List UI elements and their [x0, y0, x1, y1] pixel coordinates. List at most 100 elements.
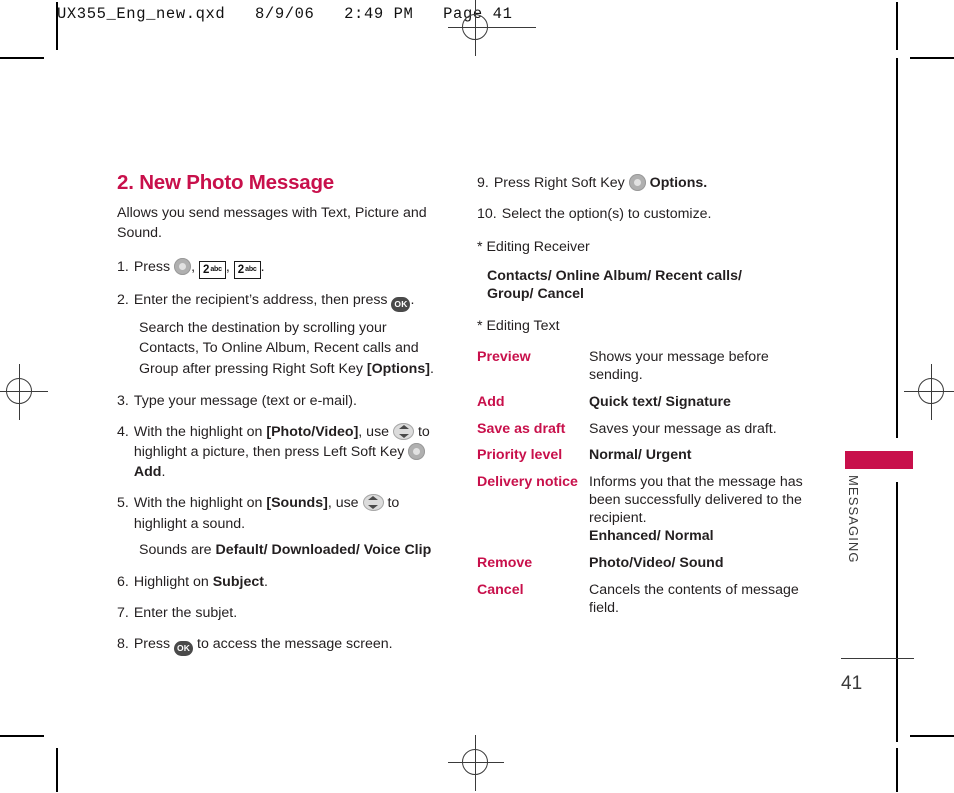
step-1-number: 1.	[117, 259, 129, 276]
step-2-number: 2.	[117, 292, 129, 309]
step-3-text: Type your message (text or e-mail).	[133, 392, 357, 409]
step-5-body: With the highlight on [Sounds], use to h…	[134, 493, 447, 533]
table-row: Preview Shows your message before sendin…	[477, 349, 817, 394]
registration-mark-right	[904, 364, 954, 420]
crop-mark-bottom-left-v	[56, 748, 58, 792]
table-row: Cancel Cancels the contents of message f…	[477, 582, 817, 627]
option-key: Delivery notice	[477, 474, 578, 491]
step-6: 6. Highlight on Subject.	[117, 572, 447, 592]
step-4-period: .	[161, 464, 166, 481]
step-5-sounds-label: [Sounds]	[266, 495, 328, 512]
step-5-sound-options: Default/ Downloaded/ Voice Clip	[215, 541, 432, 558]
step-8-text-2: to access the message screen.	[197, 636, 393, 653]
option-value: Photo/Video/ Sound	[589, 554, 724, 571]
page-title: 2. New Photo Message	[117, 171, 335, 194]
step-4: 4. With the highlight on [Photo/Video], …	[117, 422, 447, 482]
option-value: Quick text/ Signature	[589, 393, 731, 410]
step-6-subject-label: Subject	[212, 573, 264, 590]
step-6-text-1: Highlight on	[133, 573, 213, 590]
step-9-text-1: Press Right Soft Key	[493, 175, 625, 191]
step-4-text-1: With the highlight on	[133, 423, 267, 440]
step-1-period: .	[260, 259, 265, 276]
ok-key-icon: OK	[174, 641, 194, 657]
right-column: 9. Press Right Soft Key Options. 10. Sel…	[477, 173, 817, 627]
step-2-substep: Search the destination by scrolling your…	[139, 318, 447, 378]
step-8-body: Press OK to access the message screen.	[133, 634, 447, 657]
step-4-add-label: Add	[133, 464, 162, 481]
chapter-tab-marker	[845, 451, 913, 469]
step-10: 10. Select the option(s) to customize.	[477, 204, 817, 224]
step-5: 5. With the highlight on [Sounds], use t…	[117, 493, 447, 533]
option-value: Informs you that the message has been su…	[589, 474, 803, 527]
step-7-number: 7.	[117, 605, 129, 622]
crop-mark-top-right-h	[910, 57, 954, 59]
step-9: 9. Press Right Soft Key Options.	[477, 173, 817, 193]
option-value: Normal/ Urgent	[589, 447, 692, 464]
page-number: 41	[841, 673, 863, 694]
registration-mark-left	[0, 364, 48, 420]
step-4-number: 4.	[117, 423, 129, 440]
step-5-substep: Sounds are Default/ Downloaded/ Voice Cl…	[139, 540, 447, 560]
step-5-text-1: With the highlight on	[133, 495, 267, 512]
step-6-period: .	[263, 573, 268, 590]
step-5-number: 5.	[117, 495, 129, 512]
table-row: Add Quick text/ Signature	[477, 394, 817, 421]
editing-text-options-table: Preview Shows your message before sendin…	[477, 349, 817, 627]
option-value: Cancels the contents of message field.	[589, 581, 799, 616]
step-2: 2. Enter the recipient’s address, then p…	[117, 290, 447, 313]
option-key: Save as draft	[477, 420, 566, 437]
key-2abc-icon: 2abc	[233, 261, 261, 280]
step-3-number: 3.	[117, 392, 129, 409]
step-10-number: 10.	[477, 206, 497, 223]
crop-mark-bottom-right-h	[910, 735, 954, 737]
step-5-sub-text: Sounds are	[139, 541, 216, 558]
prepress-header-line: UX355_Eng_new.qxd 8/9/06 2:49 PM Page 41	[57, 5, 513, 23]
step-2-sub-options: [Options]	[366, 360, 430, 377]
step-4-photo-video: [Photo/Video]	[266, 423, 359, 440]
option-key: Add	[477, 393, 505, 410]
nav-key-icon	[362, 494, 384, 512]
soft-key-icon	[408, 443, 426, 461]
registration-mark-bottom	[448, 735, 504, 791]
step-2-text: Enter the recipient’s address, then pres…	[133, 292, 388, 309]
editing-receiver-heading: * Editing Receiver	[477, 239, 590, 256]
soft-key-icon	[174, 258, 192, 276]
step-8: 8. Press OK to access the message screen…	[117, 634, 447, 657]
option-key: Priority level	[477, 447, 563, 464]
editing-receiver-values: Contacts/ Online Album/ Recent calls/ Gr…	[487, 268, 742, 303]
crop-mark-bottom-right-v	[896, 748, 898, 792]
option-value: Shows your message before sending.	[589, 348, 769, 383]
page-number-rule	[841, 658, 914, 659]
step-4-body: With the highlight on [Photo/Video], use…	[134, 422, 447, 482]
crop-mark-bottom-left-h	[0, 735, 44, 737]
option-key: Remove	[477, 554, 533, 571]
step-9-body: Press Right Soft Key Options.	[494, 173, 817, 193]
step-2-sub-period: .	[429, 360, 434, 377]
chapter-label: MESSAGING	[846, 475, 861, 564]
step-7-text: Enter the subjet.	[133, 605, 238, 622]
step-7: 7. Enter the subjet.	[117, 603, 447, 623]
option-value-group: Informs you that the message has been su…	[589, 474, 817, 555]
editing-text-heading: * Editing Text	[477, 317, 560, 334]
page-edge-right-body	[896, 58, 898, 438]
step-6-number: 6.	[117, 573, 129, 590]
step-2-body: Enter the recipient’s address, then pres…	[133, 290, 447, 313]
step-8-number: 8.	[117, 636, 129, 653]
step-1: 1. Press , 2abc, 2abc.	[117, 257, 447, 280]
table-row: Remove Photo/Video/ Sound	[477, 555, 817, 582]
page-edge-right-lower	[896, 482, 898, 742]
registration-mark-top	[448, 0, 504, 56]
nav-key-icon	[393, 422, 414, 440]
section-intro: Allows you send messages with Text, Pict…	[117, 205, 427, 242]
option-key: Cancel	[477, 581, 524, 598]
step-2-period: .	[410, 292, 415, 309]
option-key: Preview	[477, 348, 531, 365]
table-row: Save as draft Saves your message as draf…	[477, 421, 817, 448]
step-8-text-1: Press	[133, 636, 171, 653]
key-2abc-icon: 2abc	[198, 261, 226, 280]
step-4-text-2: , use	[358, 423, 393, 440]
ok-key-icon: OK	[391, 297, 411, 313]
option-value-extra: Enhanced/ Normal	[589, 527, 714, 544]
step-9-number: 9.	[477, 175, 489, 191]
left-column: 2. New Photo Message Allows you send mes…	[117, 168, 447, 667]
